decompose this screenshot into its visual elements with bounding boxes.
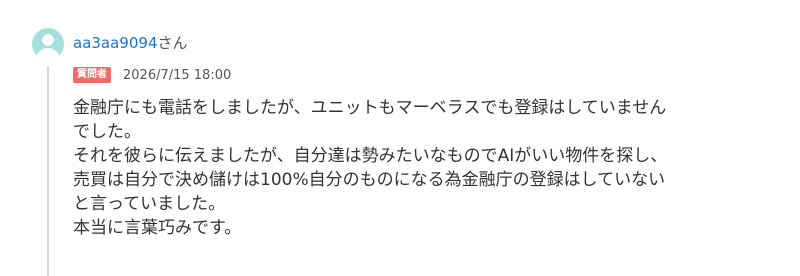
post-body: 金融庁にも電話をしましたが、ユニットもマーベラスでも登録はしていません でした。…: [73, 96, 773, 240]
post-body-line: それを彼らに伝えましたが、自分達は勢みたいなものでAIがいい物件を探し、: [73, 146, 668, 166]
post-body-line: でした。: [73, 122, 141, 142]
questioner-badge: 質問者: [73, 67, 111, 83]
user-avatar-icon[interactable]: [32, 28, 64, 60]
username-honorific: さん: [157, 34, 188, 52]
avatar-head-shape: [42, 34, 54, 46]
comment-reply: aa3aa9094さん 質問者 2026/7/15 18:00 金融庁にも電話を…: [0, 0, 800, 276]
post-body-line: 本当に言葉巧みです。: [73, 218, 242, 238]
user-line: aa3aa9094さん: [73, 33, 188, 53]
post-meta: 質問者 2026/7/15 18:00: [73, 66, 231, 84]
post-body-line: と言っていました。: [73, 194, 226, 214]
post-body-line: 金融庁にも電話をしましたが、ユニットもマーベラスでも登録はしていません: [73, 98, 667, 118]
username-link[interactable]: aa3aa9094: [73, 34, 158, 52]
post-timestamp: 2026/7/15 18:00: [123, 67, 232, 83]
post-body-line: 売買は自分で決め儲けは100%自分のものになる為金融庁の登録はしていない: [73, 170, 666, 190]
avatar-body-shape: [36, 48, 60, 60]
thread-line: [47, 66, 49, 276]
